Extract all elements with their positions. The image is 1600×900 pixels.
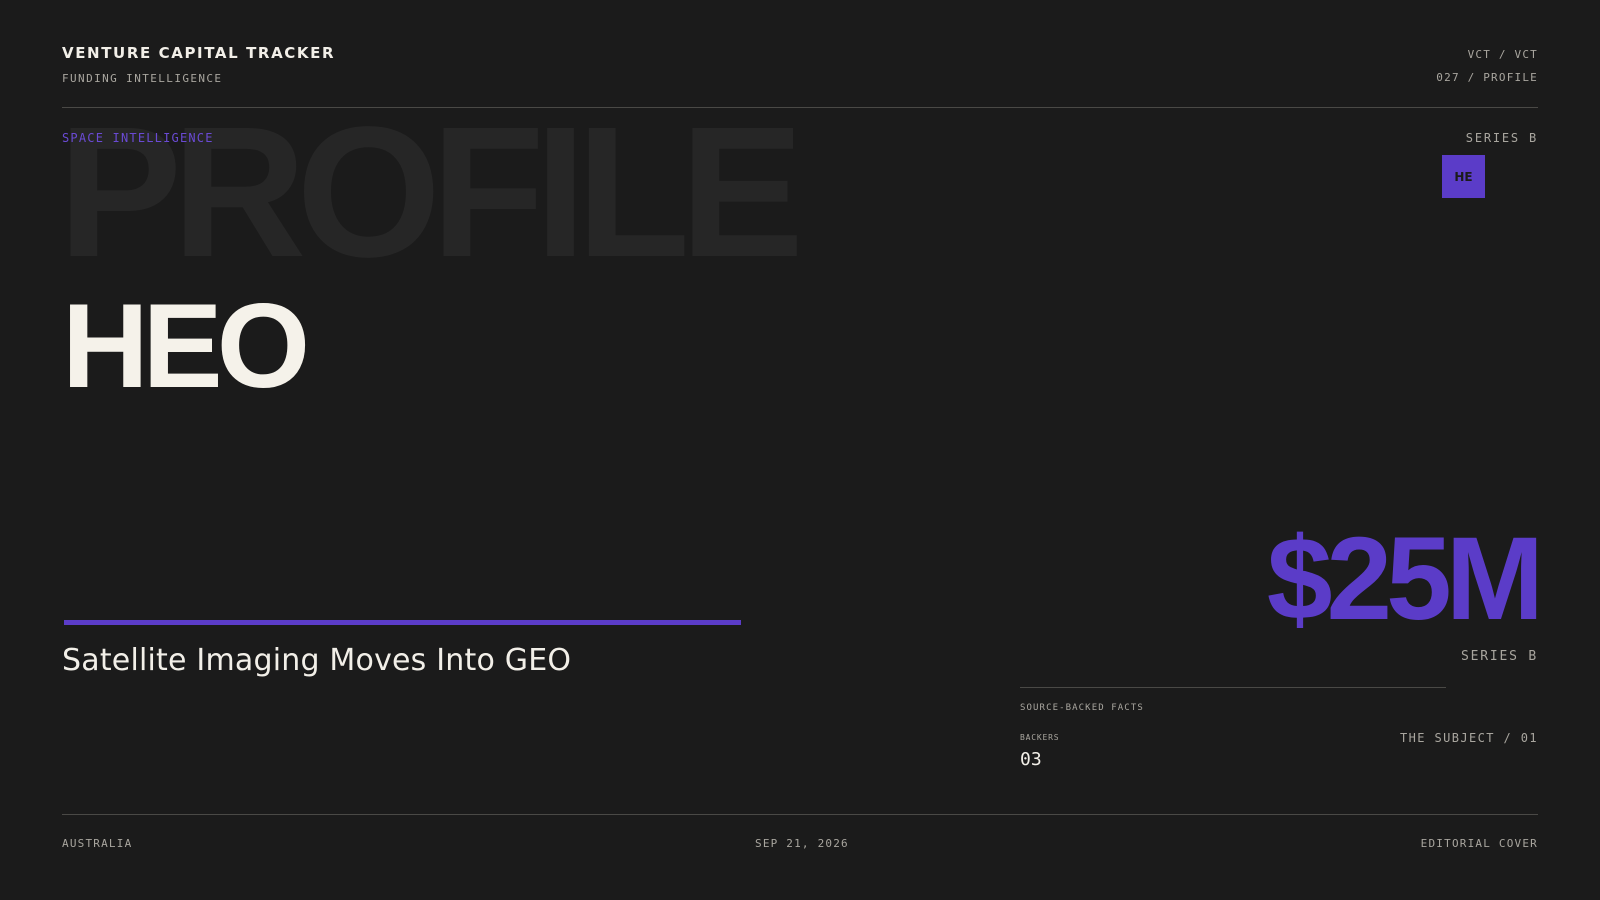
- footer-location: AUSTRALIA: [62, 837, 133, 850]
- background-ghost-word: PROFILE: [58, 89, 804, 296]
- footer-divider: [62, 814, 1538, 815]
- publication-title: VENTURE CAPITAL TRACKER: [62, 44, 336, 62]
- company-avatar: HE: [1442, 155, 1485, 198]
- issue-number: 027 / PROFILE: [1436, 71, 1538, 84]
- facts-divider: [1020, 687, 1446, 688]
- footer-type: EDITORIAL COVER: [1420, 837, 1538, 850]
- funding-stage: SERIES B: [1460, 649, 1538, 664]
- footer-date: SEP 21, 2026: [755, 837, 849, 850]
- accent-bar: [64, 620, 741, 625]
- sector-label: SPACE INTELLIGENCE: [62, 131, 214, 145]
- headline: Satellite Imaging Moves Into GEO: [62, 643, 572, 678]
- stage-label: SERIES B: [1465, 131, 1538, 145]
- publication-code: VCT / VCT: [1467, 48, 1538, 61]
- funding-amount: $25M: [1266, 513, 1544, 645]
- facts-label: SOURCE-BACKED FACTS: [1020, 703, 1144, 713]
- backers-label: BACKERS: [1020, 733, 1060, 742]
- company-name: HEO: [62, 279, 310, 413]
- backers-count: 03: [1020, 749, 1042, 770]
- publication-subtitle: FUNDING INTELLIGENCE: [62, 72, 223, 85]
- subject-label: THE SUBJECT / 01: [1400, 731, 1538, 745]
